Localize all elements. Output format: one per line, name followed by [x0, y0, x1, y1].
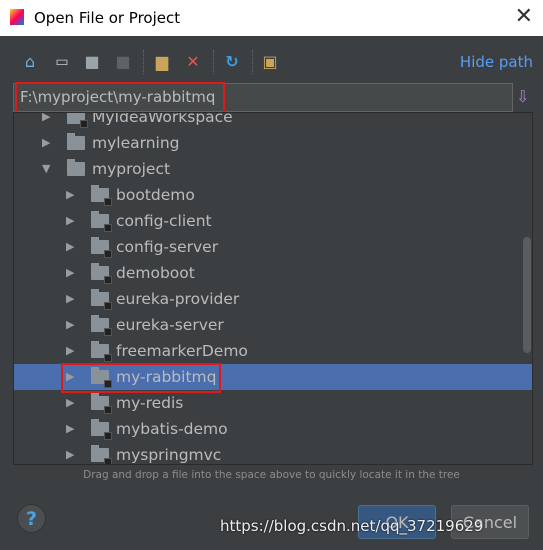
file-tree[interactable]: ▶ myspringmvc ▶ mybatis-demo ▶ my-redis ▶ my-ra… [13, 112, 533, 465]
divider [213, 50, 214, 74]
folder-icon [67, 133, 85, 150]
window-title: Open File or Project [34, 9, 181, 27]
tree-row[interactable]: ▶ eureka-provider [14, 286, 532, 312]
chevron-right-icon[interactable]: ▶ [66, 286, 74, 312]
module-folder-icon [67, 113, 88, 128]
download-icon[interactable]: ⇩ [516, 87, 529, 106]
tree-row[interactable]: ▶ config-client [14, 208, 532, 234]
title-bar: Open File or Project ✕ [0, 0, 543, 36]
watermark: https://blog.csdn.net/qq_37219629 [220, 517, 484, 535]
tree-row[interactable]: ▶ demoboot [14, 260, 532, 286]
annotation-box [61, 363, 221, 393]
chevron-right-icon[interactable]: ▶ [42, 130, 50, 156]
tree-row-label: eureka-provider [116, 290, 240, 308]
annotation-box [15, 82, 225, 114]
module-folder-icon[interactable]: ■ [113, 52, 133, 72]
module-folder-icon [91, 263, 112, 284]
tree-row-label: config-server [116, 238, 219, 256]
tree-row-label: freemarkerDemo [116, 342, 248, 360]
intellij-logo-icon [10, 9, 24, 25]
tree-row[interactable]: ▶ MyIdeaWorkspace [14, 112, 532, 130]
tree-row[interactable]: ▶ freemarkerDemo [14, 338, 532, 364]
close-icon[interactable]: ✕ [515, 4, 533, 29]
tree-row-label: mylearning [92, 134, 180, 152]
tree-row[interactable]: ▶ mylearning [14, 130, 532, 156]
divider [252, 50, 253, 74]
tree-row[interactable]: ▶ config-server [14, 234, 532, 260]
delete-icon[interactable]: ✕ [183, 52, 203, 72]
folder-icon [67, 159, 85, 176]
tree-row-label: my-redis [116, 394, 184, 412]
module-folder-icon [91, 289, 112, 310]
scrollbar[interactable] [523, 237, 531, 353]
show-hidden-icon[interactable]: ▣ [260, 52, 280, 72]
desktop-icon[interactable]: ▭ [52, 52, 72, 72]
chevron-right-icon[interactable]: ▶ [66, 442, 74, 464]
tree-row-label: mybatis-demo [116, 420, 228, 438]
chevron-right-icon[interactable]: ▶ [66, 208, 74, 234]
tree-row[interactable]: ▶ myspringmvc [14, 442, 532, 464]
tree-row[interactable]: ▶ mybatis-demo [14, 416, 532, 442]
home-icon[interactable]: ⌂ [20, 52, 40, 72]
tree-row-label: bootdemo [116, 186, 195, 204]
chevron-right-icon[interactable]: ▶ [66, 234, 74, 260]
chevron-right-icon[interactable]: ▶ [66, 338, 74, 364]
hint-text: Drag and drop a file into the space abov… [83, 469, 460, 481]
hide-path-link[interactable]: Hide path [460, 53, 533, 71]
module-folder-icon [91, 237, 112, 258]
module-folder-icon [91, 315, 112, 336]
module-folder-icon [91, 393, 112, 414]
chevron-right-icon[interactable]: ▶ [66, 416, 74, 442]
chevron-right-icon[interactable]: ▶ [66, 260, 74, 286]
divider [143, 50, 144, 74]
tree-row-label: myspringmvc [116, 446, 222, 464]
chevron-right-icon[interactable]: ▶ [66, 390, 74, 416]
chevron-right-icon[interactable]: ▶ [66, 312, 74, 338]
tree-row[interactable]: ▶ my-redis [14, 390, 532, 416]
module-folder-icon [91, 419, 112, 440]
chevron-right-icon[interactable]: ▶ [42, 113, 50, 130]
chevron-down-icon[interactable]: ▼ [42, 156, 50, 182]
module-folder-icon [91, 211, 112, 232]
chevron-right-icon[interactable]: ▶ [66, 182, 74, 208]
module-folder-icon [91, 445, 112, 464]
tree-row-label: config-client [116, 212, 212, 230]
refresh-icon[interactable]: ↻ [222, 52, 242, 72]
project-folder-icon[interactable]: ■ [82, 52, 102, 72]
tree-row-label: demoboot [116, 264, 195, 282]
module-folder-icon [91, 341, 112, 362]
tree-row[interactable]: ▶ bootdemo [14, 182, 532, 208]
tree-row-label: MyIdeaWorkspace [92, 112, 233, 126]
tree-row[interactable]: ▼ myproject [14, 156, 532, 182]
tree-row[interactable]: ▶ eureka-server [14, 312, 532, 338]
tree-row-label: eureka-server [116, 316, 224, 334]
tree-row-label: myproject [92, 160, 171, 178]
module-folder-icon [91, 185, 112, 206]
new-folder-icon[interactable]: ▆ [152, 52, 172, 72]
help-button[interactable]: ? [17, 504, 46, 533]
